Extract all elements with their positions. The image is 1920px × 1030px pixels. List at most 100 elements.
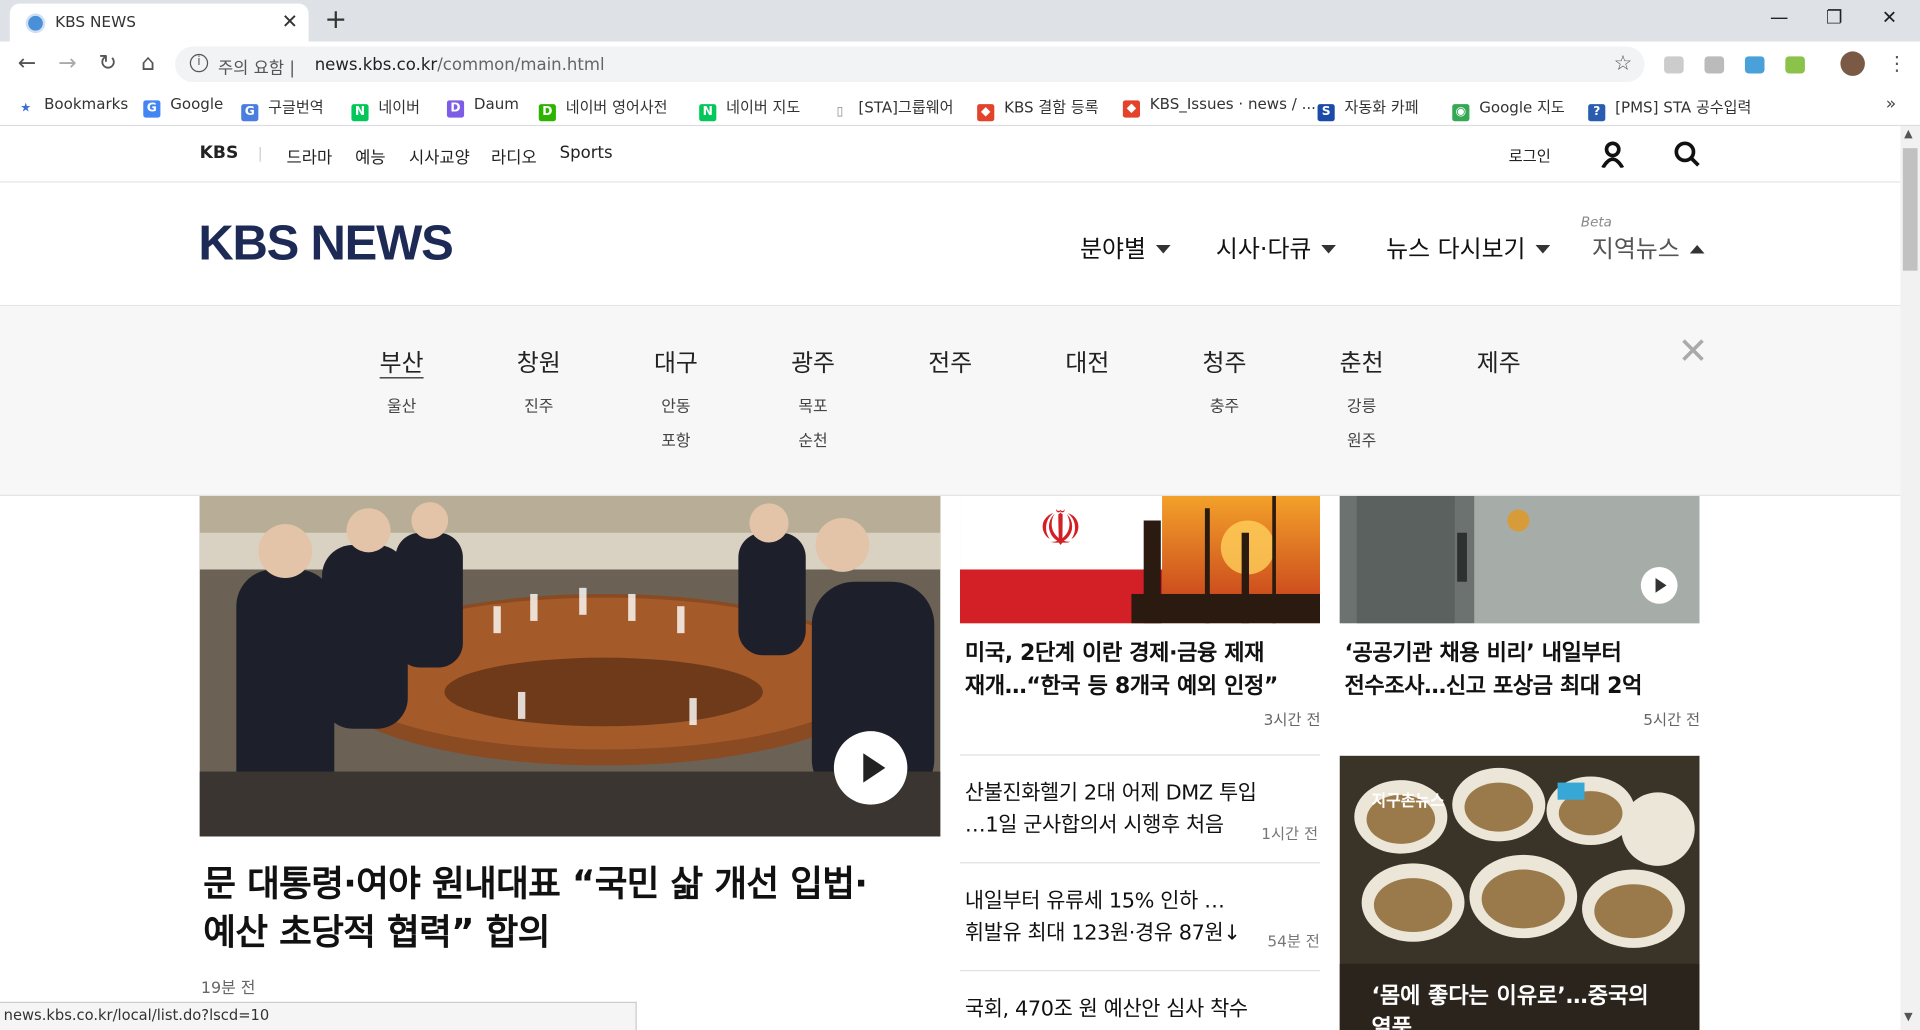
scroll-down-icon[interactable]: ▼ — [1904, 1012, 1912, 1024]
gnb-link-entertainment[interactable]: 예능 — [355, 143, 385, 168]
region-column: 대전 — [1038, 343, 1136, 391]
local-news-panel: ✕ 부산울산 창원진주 대구안동 포항 광주목포 순천 전주 대전 청주충주 춘천강릉 원주 제주 — [0, 306, 1901, 497]
address-bar[interactable]: i 주의 요함 | news.kbs.co.kr/common/main.htm… — [175, 46, 1645, 83]
news-list-item[interactable]: 내일부터 유류세 15% 인하 … 휘발유 최대 123원·경유 87원↓ — [965, 885, 1259, 949]
reload-button[interactable]: ↻ — [92, 50, 124, 76]
gnb-link-radio[interactable]: 라디오 — [491, 143, 537, 168]
region-link[interactable]: 대전 — [1038, 343, 1136, 379]
bookmark-item[interactable]: ★ Bookmarks — [17, 96, 128, 118]
back-button[interactable]: ← — [11, 50, 43, 76]
news-time: 1시간 전 — [1261, 824, 1319, 843]
region-link[interactable]: 춘천 — [1313, 343, 1411, 379]
subregion-link[interactable]: 순천 — [764, 425, 862, 459]
menu-kebab-icon[interactable]: ⋮ — [1887, 51, 1907, 74]
region-column: 광주목포 순천 — [764, 343, 862, 459]
world-news-card[interactable]: 지구촌뉴스 ‘몸에 좋다는 이유로’…중국의 열풍 — [1339, 755, 1700, 1030]
subregion-link[interactable]: 충주 — [1176, 391, 1274, 425]
extension-icon[interactable] — [1704, 56, 1725, 74]
play-video-icon[interactable] — [833, 731, 908, 805]
login-link[interactable]: 로그인 — [1509, 143, 1551, 166]
bookmark-item[interactable]: N 네이버 지도 — [699, 96, 800, 122]
menu-local-news[interactable]: 지역뉴스 — [1592, 229, 1705, 265]
region-link[interactable]: 전주 — [901, 343, 999, 379]
page-scrollbar[interactable]: ▲ ▼ — [1900, 126, 1920, 1030]
web-page: KBS 드라마 예능 시사교양 라디오 Sports 로그인 KBS NEWS … — [0, 126, 1901, 1030]
bookmark-item[interactable]: G Google — [143, 96, 223, 118]
iran-story-title[interactable]: 미국, 2단계 이란 경제·금융 제재 재개…“한국 등 8개국 예외 인정” — [965, 637, 1278, 703]
home-button[interactable]: ⌂ — [132, 50, 164, 76]
browser-tab[interactable]: KBS NEWS ✕ — [9, 3, 309, 42]
user-icon[interactable] — [1600, 141, 1625, 168]
kbs-news-logo[interactable]: KBS NEWS — [198, 217, 453, 272]
iran-story-image[interactable]: ☫ — [960, 496, 1321, 624]
google-icon: G — [143, 100, 161, 118]
menu-category[interactable]: 분야별 — [1080, 229, 1171, 265]
region-link[interactable]: 부산 — [353, 343, 451, 379]
star-icon: ★ — [20, 101, 32, 116]
region-link[interactable]: 청주 — [1176, 343, 1274, 379]
extension-icon[interactable] — [1664, 56, 1684, 74]
region-link[interactable]: 광주 — [764, 343, 862, 379]
title-line: 열풍 — [1371, 1015, 1413, 1030]
bookmark-label: [STA]그룹웨어 — [858, 99, 954, 117]
bookmark-item[interactable]: S 자동화 카페 — [1317, 96, 1419, 122]
subregion-link[interactable]: 울산 — [353, 391, 451, 425]
news-list-item[interactable]: 산불진화헬기 2대 어제 DMZ 투입 …1일 군사합의서 시행후 처음 — [965, 778, 1259, 842]
main-headline[interactable]: 문 대통령·여야 원내대표 “국민 삶 개선 입법· 예산 초당적 협력” 합의 — [203, 859, 938, 957]
menu-documentary[interactable]: 시사·다큐 — [1216, 229, 1336, 265]
region-column: 대구안동 포항 — [627, 343, 725, 459]
gnb-link-drama[interactable]: 드라마 — [287, 143, 333, 168]
bookmark-star-icon[interactable]: ☆ — [1614, 51, 1633, 75]
hiring-story-image[interactable] — [1339, 496, 1700, 624]
bookmark-item[interactable]: N 네이버 — [351, 96, 420, 122]
bookmark-item[interactable]: ◆ KBS 결함 등록 — [977, 96, 1099, 122]
forward-button[interactable]: → — [51, 50, 83, 76]
close-icon[interactable]: ✕ — [1678, 331, 1709, 374]
hiring-story-title[interactable]: ‘공공기관 채용 비리’ 내일부터 전수조사…신고 포상금 최대 2억 — [1345, 637, 1643, 703]
bookmark-item[interactable]: ▯ [STA]그룹웨어 — [831, 96, 954, 122]
extension-icon[interactable] — [1785, 56, 1805, 74]
kbs-home-link[interactable]: KBS — [200, 143, 239, 163]
bookmark-item[interactable]: D Daum — [446, 96, 519, 118]
close-window-button[interactable]: ✕ — [1861, 6, 1917, 28]
region-link[interactable]: 창원 — [490, 343, 588, 379]
url-text[interactable]: news.kbs.co.kr/common/main.html — [315, 55, 605, 75]
info-icon[interactable]: i — [189, 53, 209, 73]
daum-icon: D — [446, 100, 465, 118]
new-tab-button[interactable]: + — [324, 5, 347, 36]
subregion-link[interactable]: 포항 — [627, 425, 725, 459]
extension-icon[interactable] — [1744, 56, 1765, 74]
bookmark-item[interactable]: D 네이버 영어사전 — [538, 96, 667, 122]
subregion-link[interactable]: 목포 — [764, 391, 862, 425]
play-video-icon[interactable] — [1640, 567, 1678, 604]
hiring-story-time: 5시간 전 — [1643, 710, 1701, 729]
bookmark-item[interactable]: ◉ Google 지도 — [1452, 96, 1565, 122]
tab-title: KBS NEWS — [55, 12, 136, 31]
profile-avatar[interactable] — [1840, 51, 1865, 76]
bookmark-item[interactable]: ◆ KBS_Issues · news / ... — [1122, 96, 1316, 118]
bookmark-item[interactable]: ? [PMS] STA 공수입력 — [1588, 96, 1751, 122]
minimize-button[interactable]: — — [1751, 6, 1807, 28]
scroll-up-icon[interactable]: ▲ — [1904, 129, 1912, 141]
scroll-thumb[interactable] — [1902, 148, 1918, 271]
main-story-image[interactable] — [199, 496, 941, 837]
subregion-link[interactable]: 안동 — [627, 391, 725, 425]
world-news-tag: 지구촌뉴스 — [1371, 792, 1445, 811]
bookmarks-overflow-icon[interactable]: » — [1886, 94, 1897, 114]
office-photo — [1339, 496, 1700, 624]
tab-close-icon[interactable]: ✕ — [282, 10, 298, 33]
bookmark-label: Google 지도 — [1479, 99, 1565, 117]
bookmark-item[interactable]: G 구글번역 — [241, 96, 324, 122]
subregion-link[interactable]: 강릉 — [1313, 391, 1411, 425]
subregion-link[interactable]: 진주 — [490, 391, 588, 425]
region-link[interactable]: 제주 — [1450, 343, 1548, 379]
menu-replay[interactable]: 뉴스 다시보기 — [1386, 229, 1551, 265]
news-list-item[interactable]: 국회, 470조 원 예산안 심사 착수 — [965, 993, 1259, 1025]
gnb-link-current-affairs[interactable]: 시사교양 — [409, 143, 470, 168]
maximize-button[interactable]: ❐ — [1806, 6, 1862, 28]
security-label[interactable]: 주의 요함 | — [218, 54, 295, 79]
search-icon[interactable] — [1674, 141, 1701, 168]
subregion-link[interactable]: 원주 — [1313, 425, 1411, 459]
region-link[interactable]: 대구 — [627, 343, 725, 379]
gnb-link-sports[interactable]: Sports — [560, 143, 613, 163]
